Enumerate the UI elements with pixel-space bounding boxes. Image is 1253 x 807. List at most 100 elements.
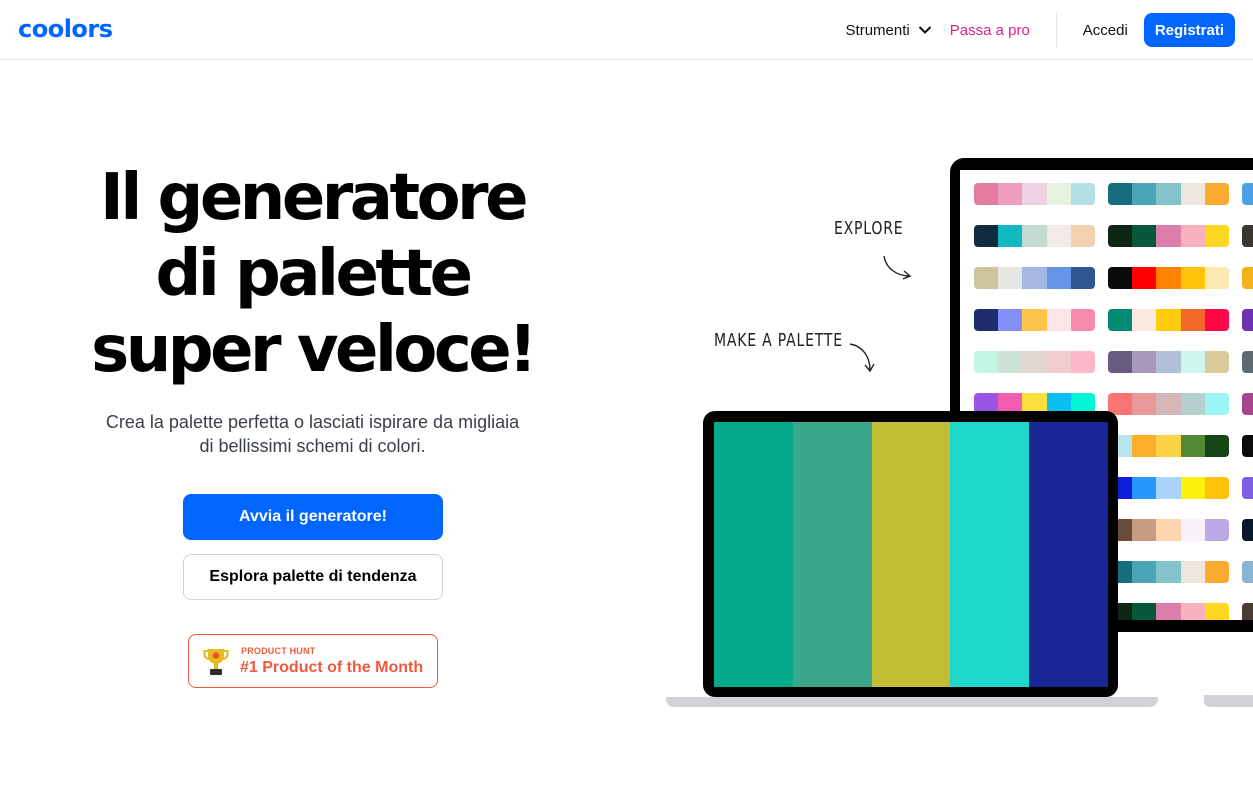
mini-palette [1108,393,1229,415]
laptop-color-swatch [1029,422,1108,687]
mini-color-swatch [1180,603,1205,620]
mini-palette [974,351,1095,373]
mini-color-swatch [1046,351,1071,373]
mini-color-swatch [1180,435,1205,457]
mini-palette [974,309,1095,331]
mini-color-swatch [1204,225,1229,247]
mini-color-swatch [1132,393,1157,415]
badge-small-text: PRODUCT HUNT [241,646,316,656]
mini-color-swatch [1046,225,1071,247]
mini-palette [1242,225,1253,247]
mini-color-swatch [1204,561,1229,583]
mini-color-swatch [1242,561,1253,583]
mini-color-swatch [1204,351,1229,373]
trophy-icon [203,646,229,683]
mini-palette [1108,225,1229,247]
annotation-make-palette: MAKE A PALETTE [714,330,843,351]
mini-palette [1108,183,1229,205]
mini-palette [1108,309,1229,331]
coolors-logo-wordmark: coolors [18,15,113,43]
mini-color-swatch [1156,603,1181,620]
go-pro-link[interactable]: Passa a pro [950,22,1030,39]
mini-color-swatch [1204,519,1229,541]
mini-color-swatch [1180,561,1205,583]
laptop-color-swatch [714,422,793,687]
mini-color-swatch [1070,309,1095,331]
mini-color-swatch [1022,225,1047,247]
mini-color-swatch [1070,225,1095,247]
mini-color-swatch [1242,267,1253,289]
mini-color-swatch [998,267,1023,289]
mini-palette [1108,603,1229,620]
main-nav: Strumenti Passa a pro Accedi Registrati [846,12,1235,48]
hero-title-line-1: Il generatore [100,161,529,235]
mini-color-swatch [1156,183,1181,205]
laptop-palette [714,422,1108,687]
mini-palette [974,225,1095,247]
mini-palette [974,267,1095,289]
mini-color-swatch [1242,309,1253,331]
nav-divider [1055,13,1057,47]
laptop-base [666,697,1158,707]
mini-color-swatch [1108,351,1133,373]
curved-arrow-icon [849,343,875,373]
hero-title-line-2: di palette [155,237,473,311]
mini-color-swatch [1108,225,1133,247]
laptop-color-swatch [871,422,951,687]
curved-arrow-icon [883,255,912,280]
mini-color-swatch [998,351,1023,373]
mini-color-swatch [1022,183,1047,205]
mini-color-swatch [1132,183,1157,205]
mini-color-swatch [1180,267,1205,289]
mini-color-swatch [1204,393,1229,415]
annotation-explore: EXPLORE [834,218,904,239]
mini-color-swatch [1204,267,1229,289]
mini-color-swatch [1070,351,1095,373]
mini-color-swatch [1046,183,1071,205]
mini-color-swatch [1156,519,1181,541]
product-hunt-badge[interactable]: PRODUCT HUNT #1 Product of the Month [188,634,438,688]
mini-color-swatch [1132,225,1157,247]
mini-color-swatch [1156,435,1181,457]
monitor-stand [1204,695,1253,707]
coolors-logo[interactable]: coolors [18,15,130,43]
mini-palette [1108,267,1229,289]
tools-menu-label: Strumenti [845,21,910,39]
mini-color-swatch [1242,183,1253,205]
mini-color-swatch [1132,267,1157,289]
mini-color-swatch [1046,267,1071,289]
mini-color-swatch [1204,477,1229,499]
mini-color-swatch [1242,351,1253,373]
mini-color-swatch [1156,561,1181,583]
mini-color-swatch [1132,477,1157,499]
logo-text: coolors [18,15,113,43]
mini-color-swatch [1180,519,1205,541]
chevron-down-icon [918,22,932,39]
mini-color-swatch [1156,267,1181,289]
start-generator-button[interactable]: Avvia il generatore! [183,494,443,540]
mini-palette [1242,477,1253,499]
mini-color-swatch [974,225,999,247]
mini-palette [1108,561,1229,583]
top-navigation-bar: coolors Strumenti Passa a pro Accedi Reg… [0,0,1253,60]
mini-color-swatch [1242,477,1253,499]
mini-color-swatch [974,267,999,289]
mini-color-swatch [1180,309,1205,331]
mini-color-swatch [1156,351,1181,373]
mini-color-swatch [1132,561,1157,583]
tools-menu[interactable]: Strumenti [846,22,932,39]
mini-color-swatch [1108,309,1133,331]
mini-color-swatch [1204,183,1229,205]
explore-trending-palettes-button[interactable]: Esplora palette di tendenza [183,554,443,600]
register-button[interactable]: Registrati [1143,13,1235,47]
mini-color-swatch [1132,519,1157,541]
mini-palette [1242,519,1253,541]
mini-color-swatch [974,183,999,205]
mini-color-swatch [1022,351,1047,373]
login-link[interactable]: Accedi [1083,22,1128,39]
badge-big-text: #1 Product of the Month [240,659,424,676]
mini-color-swatch [1156,309,1181,331]
mini-palette [1242,561,1253,583]
laptop-color-swatch [792,422,872,687]
mini-color-swatch [1132,309,1157,331]
